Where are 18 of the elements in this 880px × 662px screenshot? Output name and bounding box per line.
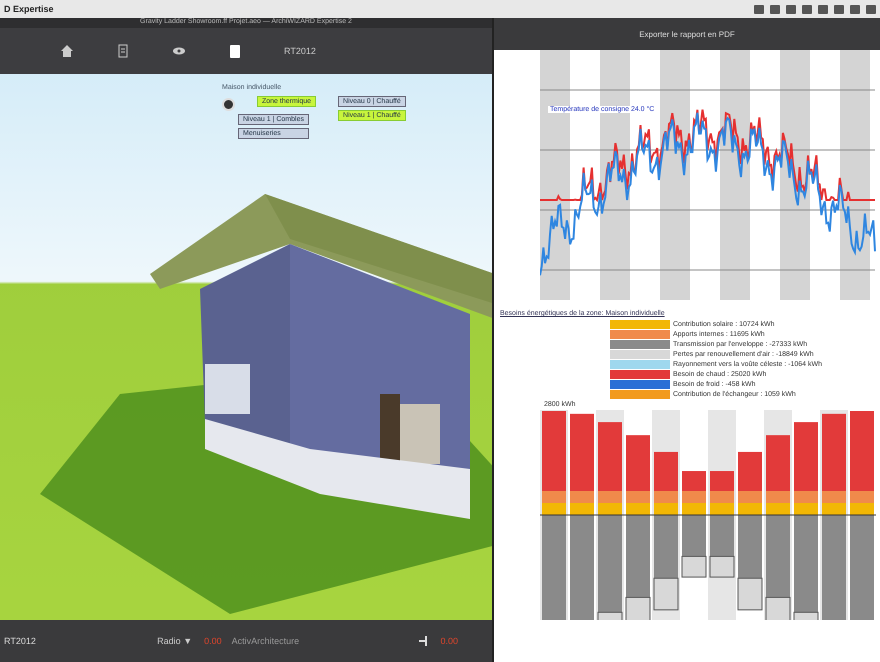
gain-bar: [682, 471, 706, 515]
list-icon: [116, 44, 130, 58]
gain-bar: [654, 452, 678, 515]
gain-bar: [710, 471, 734, 515]
gain-bar: [738, 452, 762, 515]
radio-value: 0.00: [204, 636, 222, 646]
status-value: 0.00: [440, 636, 458, 646]
status-label: RT2012: [4, 636, 36, 646]
export-pdf-link[interactable]: Exporter le rapport en PDF: [494, 18, 880, 50]
app-name: D Expertise: [4, 4, 54, 14]
toolbar-tab[interactable]: RT2012: [282, 44, 318, 58]
home-icon: [60, 44, 74, 58]
loss-bar: [710, 515, 734, 578]
project-label: ActivArchitecture: [232, 636, 300, 646]
tree-root-icon: [222, 98, 235, 111]
clipboard-icon: [228, 44, 242, 58]
radio-dropdown[interactable]: Radio ▼: [155, 634, 194, 648]
loss-bar: [682, 515, 706, 578]
